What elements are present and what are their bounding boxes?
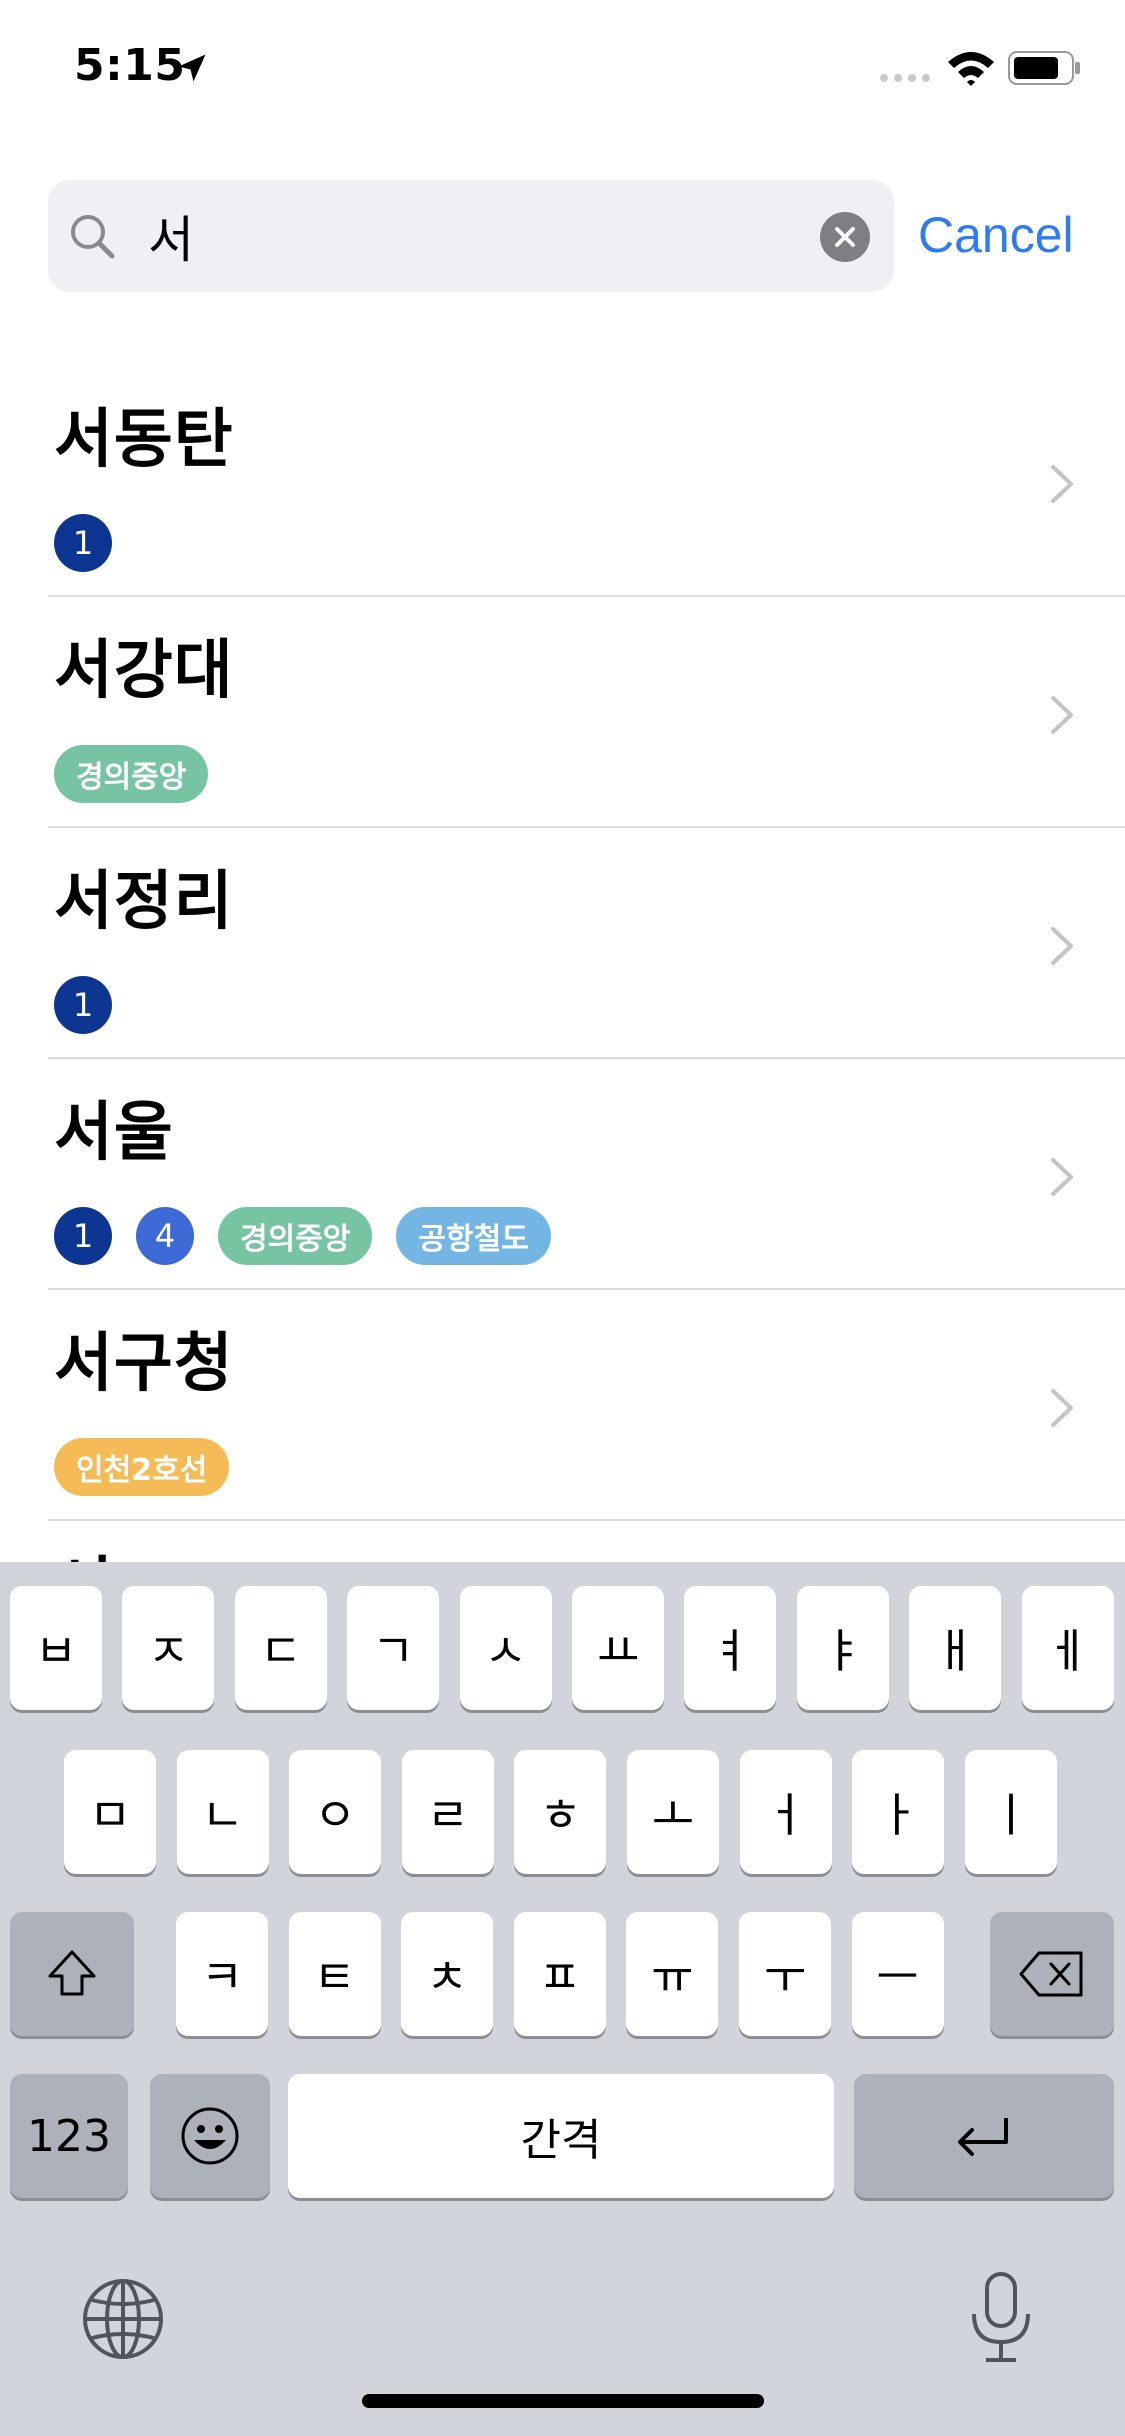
return-icon: [958, 2118, 1008, 2156]
station-name: 서정리: [54, 865, 234, 939]
cellular-signal-icon: [880, 74, 930, 82]
letter-key[interactable]: ㅏ: [852, 1750, 945, 1874]
line-badges: 인천2호선: [54, 1438, 230, 1496]
battery-icon: [1008, 51, 1080, 85]
letter-key[interactable]: ㅡ: [851, 1912, 944, 2036]
location-arrow-icon: [178, 54, 206, 82]
keyboard: 123 간격 ㅂㅈㄷㄱㅅㅛㅕㅑㅐㅔㅁㄴㅇㄹㅎㅗㅓㅏㅣㅋㅌㅊㅍㅠㅜㅡ: [0, 1562, 1125, 2436]
list-item[interactable]: 서울 1 4 경의중앙 공항철도: [48, 1059, 1125, 1290]
emoji-key[interactable]: [150, 2074, 270, 2198]
emoji-icon: [181, 2107, 239, 2165]
search-bar[interactable]: [48, 180, 894, 292]
station-name: 서구청: [54, 1327, 234, 1401]
line-badges: 1: [54, 976, 112, 1034]
letter-key[interactable]: ㅜ: [739, 1912, 831, 2036]
letter-key[interactable]: ㅅ: [459, 1586, 552, 1710]
letter-key[interactable]: ㅣ: [964, 1750, 1057, 1874]
line-badge: 경의중앙: [54, 745, 209, 803]
globe-icon[interactable]: [80, 2276, 166, 2362]
line-badge: 1: [54, 514, 112, 572]
status-time: 5:15: [74, 40, 186, 91]
line-badge: 공항철도: [396, 1207, 551, 1265]
letter-key[interactable]: ㅂ: [10, 1586, 102, 1710]
letter-key[interactable]: ㄷ: [234, 1586, 327, 1710]
letter-key[interactable]: ㅎ: [514, 1750, 607, 1874]
letter-key[interactable]: ㅠ: [626, 1912, 719, 2036]
microphone-icon[interactable]: [966, 2270, 1036, 2366]
line-badges: 1 4 경의중앙 공항철도: [54, 1207, 551, 1265]
chevron-right-icon: [1051, 927, 1073, 965]
letter-key[interactable]: ㅑ: [796, 1586, 889, 1710]
letter-key[interactable]: ㅊ: [401, 1912, 494, 2036]
letter-key[interactable]: ㄹ: [401, 1750, 494, 1874]
return-key[interactable]: [854, 2074, 1114, 2198]
home-indicator: [362, 2394, 764, 2408]
chevron-right-icon: [1051, 1389, 1073, 1427]
letter-key[interactable]: ㅈ: [122, 1586, 215, 1710]
status-bar: 5:15: [0, 0, 1125, 132]
backspace-icon: [1019, 1951, 1083, 1997]
chevron-right-icon: [1051, 465, 1073, 503]
station-name: 서강대: [54, 634, 234, 708]
line-badge: 4: [136, 1207, 194, 1265]
chevron-right-icon: [1051, 696, 1073, 734]
station-name: 서울: [54, 1096, 174, 1170]
letter-key[interactable]: ㅁ: [64, 1750, 156, 1874]
letter-key[interactable]: ㅗ: [627, 1750, 719, 1874]
space-key[interactable]: 간격: [288, 2074, 834, 2198]
results-list: 서동탄 1 서강대 경의중앙 서정리 1 서울 1 4 경의중앙 공항철도 서구청 인…: [48, 366, 1125, 1521]
numbers-key[interactable]: 123: [10, 2074, 128, 2198]
list-item[interactable]: 서구청 인천2호선: [48, 1290, 1125, 1521]
letter-key[interactable]: ㅌ: [288, 1912, 381, 2036]
wifi-icon: [948, 52, 994, 86]
letter-key[interactable]: ㅇ: [289, 1750, 382, 1874]
shift-icon: [48, 1950, 96, 1996]
line-badge: 1: [54, 1207, 112, 1265]
line-badge: 1: [54, 976, 112, 1034]
letter-key[interactable]: ㅛ: [572, 1586, 664, 1710]
close-icon: [835, 227, 855, 247]
line-badges: 1: [54, 514, 112, 572]
letter-key[interactable]: ㅍ: [513, 1912, 606, 2036]
line-badges: 경의중앙: [54, 745, 209, 803]
letter-key[interactable]: ㄴ: [176, 1750, 269, 1874]
search-icon: [71, 215, 115, 259]
cancel-button[interactable]: Cancel: [918, 206, 1074, 264]
list-item[interactable]: 서동탄 1: [48, 366, 1125, 597]
line-badge: 인천2호선: [54, 1438, 230, 1496]
letter-key[interactable]: ㄱ: [347, 1586, 440, 1710]
letter-key[interactable]: ㅕ: [684, 1586, 777, 1710]
line-badge: 경의중앙: [218, 1207, 373, 1265]
delete-key[interactable]: [990, 1912, 1114, 2036]
letter-key[interactable]: ㅐ: [909, 1586, 1002, 1710]
shift-key[interactable]: [10, 1912, 134, 2036]
chevron-right-icon: [1051, 1158, 1073, 1196]
list-item[interactable]: 서정리 1: [48, 828, 1125, 1059]
clear-search-button[interactable]: [820, 212, 870, 262]
search-input[interactable]: [148, 202, 748, 270]
letter-key[interactable]: ㅓ: [739, 1750, 832, 1874]
list-item[interactable]: 서강대 경의중앙: [48, 597, 1125, 828]
station-name: 서동탄: [54, 403, 234, 477]
letter-key[interactable]: ㅔ: [1021, 1586, 1114, 1710]
letter-key[interactable]: ㅋ: [176, 1912, 268, 2036]
